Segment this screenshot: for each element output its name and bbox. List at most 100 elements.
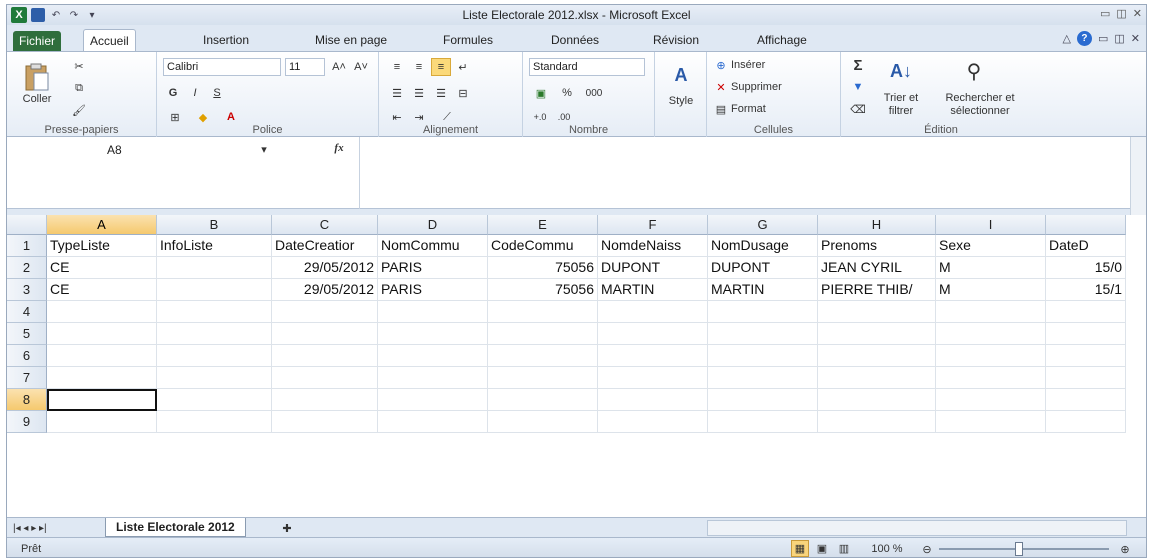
close-icon[interactable]: ✕	[1133, 7, 1142, 20]
cell[interactable]	[936, 367, 1046, 389]
cell[interactable]	[488, 389, 598, 411]
column-header[interactable]: H	[818, 215, 936, 235]
percent-button[interactable]: %	[557, 84, 577, 102]
column-header[interactable]: E	[488, 215, 598, 235]
grow-font-icon[interactable]: A˄	[329, 58, 349, 76]
tab-affichage[interactable]: Affichage	[751, 29, 813, 51]
cell[interactable]: Sexe	[936, 235, 1046, 257]
cell[interactable]	[936, 411, 1046, 433]
align-right-icon[interactable]: ☰	[431, 84, 451, 102]
cell[interactable]	[157, 367, 272, 389]
cell[interactable]: CE	[47, 279, 157, 301]
row-header[interactable]: 3	[7, 279, 47, 301]
cell[interactable]	[378, 411, 488, 433]
cell[interactable]	[488, 411, 598, 433]
cell[interactable]	[157, 411, 272, 433]
cell[interactable]	[818, 411, 936, 433]
row-header[interactable]: 1	[7, 235, 47, 257]
cell[interactable]	[47, 345, 157, 367]
cell[interactable]	[1046, 345, 1126, 367]
cell[interactable]: TypeListe	[47, 235, 157, 257]
cell[interactable]: 15/0	[1046, 257, 1126, 279]
cell[interactable]	[488, 367, 598, 389]
cell[interactable]	[818, 367, 936, 389]
cell[interactable]	[47, 323, 157, 345]
style-icon[interactable]: A	[667, 62, 695, 88]
format-cells-button[interactable]: Format	[731, 100, 831, 118]
zoom-out-icon[interactable]: ⊖	[919, 541, 935, 557]
align-left-icon[interactable]: ☰	[387, 84, 407, 102]
cell[interactable]: 75056	[488, 257, 598, 279]
minimize-icon[interactable]: ▭	[1100, 7, 1110, 20]
cell[interactable]: MARTIN	[708, 279, 818, 301]
cell[interactable]: DateCreatior	[272, 235, 378, 257]
cell[interactable]	[708, 367, 818, 389]
tab-formules[interactable]: Formules	[437, 29, 499, 51]
cell[interactable]: DUPONT	[708, 257, 818, 279]
align-top-icon[interactable]: ≡	[387, 58, 407, 76]
cell[interactable]	[818, 323, 936, 345]
shrink-font-icon[interactable]: A˅	[351, 58, 371, 76]
cell[interactable]	[272, 345, 378, 367]
cell[interactable]	[1046, 411, 1126, 433]
cell[interactable]	[936, 345, 1046, 367]
cell[interactable]	[598, 389, 708, 411]
sheet-nav-icon[interactable]: |◂ ◂ ▸ ▸|	[13, 519, 97, 537]
underline-button[interactable]: S	[207, 84, 227, 102]
cell[interactable]	[488, 323, 598, 345]
column-header[interactable]: B	[157, 215, 272, 235]
cell[interactable]	[488, 345, 598, 367]
cell[interactable]	[378, 323, 488, 345]
formula-input[interactable]	[359, 137, 1130, 209]
clear-icon[interactable]: ⌫	[849, 100, 867, 118]
help-icon[interactable]: ?	[1076, 31, 1092, 46]
binoculars-icon[interactable]: ⚲	[959, 56, 989, 86]
cell[interactable]: CE	[47, 257, 157, 279]
column-header[interactable]	[1046, 215, 1126, 235]
cell[interactable]	[708, 411, 818, 433]
cell[interactable]: NomdeNaiss	[598, 235, 708, 257]
cell[interactable]: 75056	[488, 279, 598, 301]
cell[interactable]	[378, 367, 488, 389]
cell[interactable]: Prenoms	[818, 235, 936, 257]
cut-icon[interactable]: ✂	[71, 58, 87, 74]
select-all-corner[interactable]	[7, 215, 47, 235]
cell[interactable]	[1046, 389, 1126, 411]
cell[interactable]	[157, 257, 272, 279]
font-name-select[interactable]: Calibri	[163, 58, 281, 76]
cell[interactable]	[47, 389, 157, 411]
cell[interactable]	[157, 279, 272, 301]
delete-cells-icon[interactable]: ✕	[713, 78, 729, 96]
zoom-slider[interactable]	[939, 548, 1109, 550]
sort-filter-icon[interactable]: A↓	[881, 56, 921, 86]
cell[interactable]	[157, 389, 272, 411]
cell[interactable]	[488, 301, 598, 323]
cell[interactable]: 29/05/2012	[272, 257, 378, 279]
row-header[interactable]: 4	[7, 301, 47, 323]
cell[interactable]	[598, 323, 708, 345]
tab-mise-en-page[interactable]: Mise en page	[309, 29, 393, 51]
cell[interactable]	[157, 323, 272, 345]
cell[interactable]	[708, 301, 818, 323]
doc-minimize-icon[interactable]: ▭	[1098, 32, 1108, 45]
cell[interactable]	[598, 367, 708, 389]
column-header[interactable]: D	[378, 215, 488, 235]
row-header[interactable]: 9	[7, 411, 47, 433]
autosum-button[interactable]: Σ	[849, 56, 867, 74]
column-header[interactable]: C	[272, 215, 378, 235]
cell[interactable]	[272, 367, 378, 389]
zoom-level[interactable]: 100 %	[859, 541, 915, 557]
column-header[interactable]: A	[47, 215, 157, 235]
cell[interactable]: NomDusage	[708, 235, 818, 257]
font-size-select[interactable]: 11	[285, 58, 325, 76]
wrap-text-icon[interactable]: ↵	[453, 58, 473, 76]
zoom-in-icon[interactable]: ⊕	[1117, 541, 1133, 557]
cell[interactable]	[598, 301, 708, 323]
cell[interactable]	[818, 345, 936, 367]
namebox-dropdown-icon[interactable]: ▾	[257, 141, 271, 157]
cell[interactable]	[157, 345, 272, 367]
merge-center-icon[interactable]: ⊟	[453, 84, 473, 102]
align-center-icon[interactable]: ☰	[409, 84, 429, 102]
row-header[interactable]: 8	[7, 389, 47, 411]
ribbon-collapse-icon[interactable]: △	[1063, 32, 1071, 45]
